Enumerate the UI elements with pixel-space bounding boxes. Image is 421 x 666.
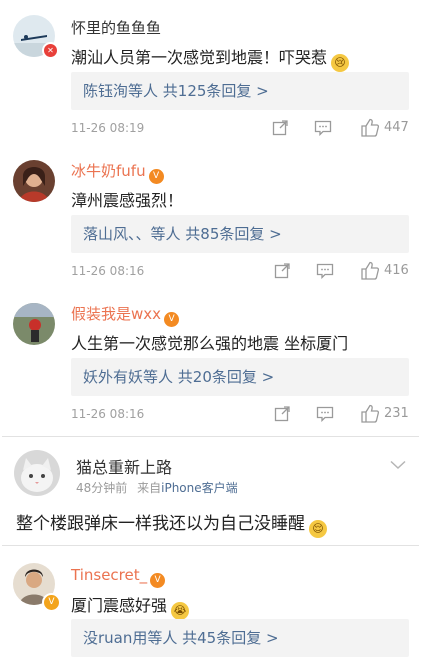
comment-card: 猫总重新上路 48分钟前 来自iPhone客户端 整个楼跟弹床一样我还以为自己没… xyxy=(2,436,419,541)
avatar[interactable] xyxy=(13,160,55,202)
reply-count[interactable]: 等人 共125条回复 > xyxy=(128,82,269,100)
reply-names[interactable]: 没ruan用 xyxy=(83,629,147,647)
comment-button[interactable] xyxy=(314,119,332,136)
avatar[interactable] xyxy=(13,303,55,345)
reply-count[interactable]: 等人 共45条回复 > xyxy=(147,629,278,647)
reply-summary[interactable]: 没ruan用等人 共45条回复 > xyxy=(71,619,409,657)
comment-icon xyxy=(316,406,334,422)
post-meta: 48分钟前 来自iPhone客户端 xyxy=(76,479,238,496)
comment-card: ✕ 怀里的鱼鱼鱼 潮汕人员第一次感觉到地震！吓哭惹 😢 陈钰洵等人 共125条回复… xyxy=(2,0,419,146)
sleepy-face-icon: 😌 xyxy=(309,520,327,538)
comment-text-body: 整个楼跟弹床一样我还以为自己没睡醒 xyxy=(16,514,305,534)
like-button[interactable]: 416 xyxy=(360,261,409,280)
reply-summary[interactable]: 妖外有妖等人 共20条回复 > xyxy=(71,358,409,396)
comment-card: 冰牛奶fufu V 漳州震感强烈！ 落山风、、等人 共85条回复 > 11-26 … xyxy=(2,146,419,291)
comment-card: V Tinsecret_ V 厦门震感好强 😭 没ruan用等人 共45条回复 > xyxy=(2,545,419,666)
reply-count[interactable]: 等人 共85条回复 > xyxy=(151,225,282,243)
share-icon xyxy=(274,263,290,279)
comment-text-body: 厦门震感好强 xyxy=(71,596,168,615)
member-badge-icon: V xyxy=(150,573,166,588)
thumbs-up-icon xyxy=(361,404,380,423)
thumbs-up-icon xyxy=(361,261,380,280)
reply-names[interactable]: 妖外有妖 xyxy=(83,368,143,386)
like-count: 447 xyxy=(384,120,409,135)
username[interactable]: 怀里的鱼鱼鱼 xyxy=(71,17,161,38)
reply-names[interactable]: 落山风、、 xyxy=(83,225,151,243)
comment-icon xyxy=(316,263,334,279)
like-button[interactable]: 447 xyxy=(360,118,409,137)
username[interactable]: Tinsecret_ V xyxy=(71,566,166,588)
comment-card: 假装我是wxx V 人生第一次感觉那么强的地震 坐标厦门 妖外有妖等人 共20条回… xyxy=(2,291,419,432)
reply-names[interactable]: 陈钰洵 xyxy=(83,82,128,100)
comment-text: 厦门震感好强 😭 xyxy=(71,592,190,620)
verified-v-icon: V xyxy=(42,593,61,612)
comment-icon xyxy=(314,120,332,136)
username-text[interactable]: 假装我是wxx xyxy=(71,305,161,323)
reply-summary[interactable]: 陈钰洵等人 共125条回复 > xyxy=(71,72,409,110)
reply-summary[interactable]: 落山风、、等人 共85条回复 > xyxy=(71,215,409,253)
comment-time: 11-26 08:16 xyxy=(71,264,145,278)
post-time: 48分钟前 xyxy=(76,481,128,495)
like-count: 416 xyxy=(384,263,409,278)
comment-text: 整个楼跟弹床一样我还以为自己没睡醒 😌 xyxy=(16,509,327,538)
comment-button[interactable] xyxy=(316,262,334,279)
share-icon xyxy=(272,120,288,136)
comment-button[interactable] xyxy=(316,405,334,422)
username-text[interactable]: 冰牛奶fufu xyxy=(71,162,146,180)
username[interactable]: 假装我是wxx V xyxy=(71,303,180,327)
comment-text: 潮汕人员第一次感觉到地震！吓哭惹 😢 xyxy=(71,44,350,72)
comment-text: 人生第一次感觉那么强的地震 坐标厦门 xyxy=(71,334,349,353)
chevron-down-icon[interactable] xyxy=(390,455,406,474)
source-prefix: 来自 xyxy=(137,481,162,495)
avatar[interactable] xyxy=(14,450,60,496)
verified-badge-icon: ✕ xyxy=(42,42,59,59)
username[interactable]: 冰牛奶fufu V xyxy=(71,160,164,184)
username[interactable]: 猫总重新上路 xyxy=(76,454,172,478)
comment-text-body: 潮汕人员第一次感觉到地震！吓哭惹 xyxy=(71,48,328,67)
crying-face-icon: 😭 xyxy=(171,602,190,620)
share-icon xyxy=(274,406,290,422)
share-button[interactable] xyxy=(272,119,289,136)
source-link[interactable]: iPhone客户端 xyxy=(161,481,238,495)
thumbs-up-icon xyxy=(361,118,380,137)
like-count: 231 xyxy=(384,406,409,421)
tear-face-icon: 😢 xyxy=(331,54,350,72)
comment-time: 11-26 08:16 xyxy=(71,407,145,421)
member-badge-icon: V xyxy=(164,312,180,327)
share-button[interactable] xyxy=(274,262,291,279)
comment-time: 11-26 08:19 xyxy=(71,121,145,135)
member-badge-icon: V xyxy=(148,169,164,184)
like-button[interactable]: 231 xyxy=(360,404,409,423)
comment-text: 漳州震感强烈！ xyxy=(71,191,184,210)
reply-count[interactable]: 等人 共20条回复 > xyxy=(143,368,274,386)
share-button[interactable] xyxy=(274,405,291,422)
username-text[interactable]: Tinsecret_ xyxy=(71,566,147,584)
